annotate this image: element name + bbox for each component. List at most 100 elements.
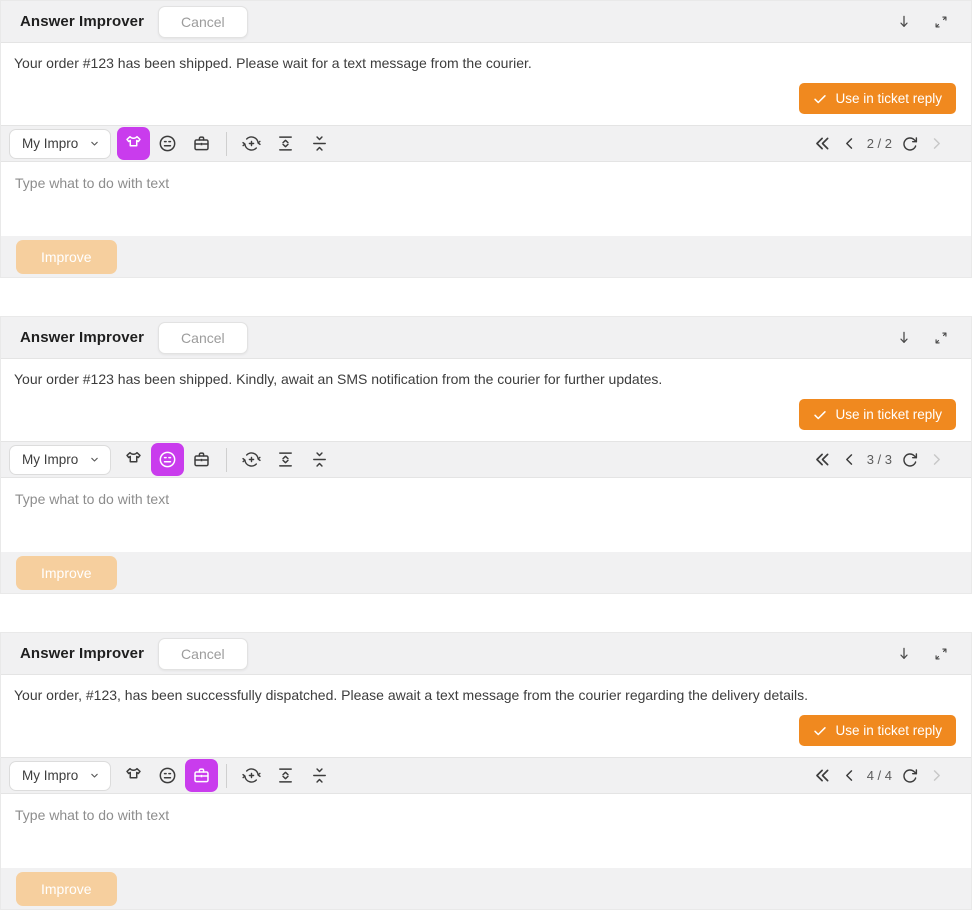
regenerate-button[interactable] [901, 767, 919, 785]
shorten-text-button[interactable] [303, 127, 336, 160]
expand-text-button[interactable] [269, 759, 302, 792]
first-version-button[interactable] [813, 450, 832, 469]
move-down-button[interactable] [893, 643, 915, 665]
casual-tone-button[interactable] [117, 759, 150, 792]
prompt-input[interactable] [1, 162, 971, 236]
toolbar-divider [226, 132, 227, 156]
first-version-button[interactable] [813, 134, 832, 153]
friendly-tone-button[interactable] [151, 443, 184, 476]
panel-footer: Improve [1, 236, 971, 277]
checkmark-icon [813, 724, 827, 738]
expand-vertical-icon [275, 765, 296, 786]
answer-area: Your order, #123, has been successfully … [1, 675, 971, 757]
answer-improver-panel: Answer Improver Cancel Your order, #123,… [0, 632, 972, 910]
expand-fullscreen-button[interactable] [931, 12, 951, 32]
move-down-button[interactable] [893, 327, 915, 349]
chevron-down-icon [88, 453, 101, 466]
toolbar-divider [226, 764, 227, 788]
cancel-button[interactable]: Cancel [158, 6, 248, 38]
expand-fullscreen-button[interactable] [931, 328, 951, 348]
panel-footer: Improve [1, 868, 971, 909]
answer-area: Your order #123 has been shipped. Please… [1, 43, 971, 125]
preset-select[interactable]: My Impro [9, 445, 111, 475]
friendly-tone-button[interactable] [151, 127, 184, 160]
use-in-ticket-reply-button[interactable]: Use in ticket reply [799, 83, 956, 114]
improved-answer-text: Your order, #123, has been successfully … [1, 675, 971, 705]
improve-button[interactable]: Improve [16, 240, 117, 274]
casual-tone-button[interactable] [117, 127, 150, 160]
previous-version-button[interactable] [841, 135, 858, 152]
tshirt-icon [123, 133, 144, 154]
version-counter: 2 / 2 [867, 136, 892, 151]
shorten-text-button[interactable] [303, 443, 336, 476]
use-in-ticket-reply-button[interactable]: Use in ticket reply [799, 715, 956, 746]
answer-improver-panel: Answer Improver Cancel Your order #123 h… [0, 0, 972, 278]
use-in-ticket-reply-label: Use in ticket reply [835, 407, 942, 422]
improved-answer-text: Your order #123 has been shipped. Please… [1, 43, 971, 73]
rephrase-button[interactable] [235, 127, 268, 160]
chevron-right-icon [928, 135, 945, 152]
move-down-button[interactable] [893, 11, 915, 33]
professional-tone-button[interactable] [185, 127, 218, 160]
next-version-button[interactable] [928, 451, 945, 468]
use-in-ticket-reply-label: Use in ticket reply [835, 91, 942, 106]
improve-button[interactable]: Improve [16, 556, 117, 590]
cancel-button[interactable]: Cancel [158, 638, 248, 670]
toolbar-divider [226, 448, 227, 472]
double-chevron-left-icon [813, 134, 832, 153]
use-in-ticket-reply-label: Use in ticket reply [835, 723, 942, 738]
panel-title: Answer Improver [20, 329, 144, 346]
shorten-text-button[interactable] [303, 759, 336, 792]
next-version-button[interactable] [928, 135, 945, 152]
answer-improver-stack: Answer Improver Cancel Your order #123 h… [0, 0, 972, 910]
briefcase-icon [191, 449, 212, 470]
friendly-tone-button[interactable] [151, 759, 184, 792]
double-chevron-left-icon [813, 766, 832, 785]
chevron-right-icon [928, 451, 945, 468]
panel-header: Answer Improver Cancel [1, 633, 971, 675]
next-version-button[interactable] [928, 767, 945, 784]
expand-text-button[interactable] [269, 443, 302, 476]
toolbar: My Impro 2 / 2 [1, 125, 971, 162]
casual-tone-button[interactable] [117, 443, 150, 476]
compress-vertical-icon [309, 449, 330, 470]
chevron-down-icon [88, 769, 101, 782]
professional-tone-button[interactable] [185, 443, 218, 476]
chevron-left-icon [841, 135, 858, 152]
professional-tone-button[interactable] [185, 759, 218, 792]
rephrase-button[interactable] [235, 443, 268, 476]
previous-version-button[interactable] [841, 767, 858, 784]
smiley-icon [157, 765, 178, 786]
toolbar: My Impro 3 / 3 [1, 441, 971, 478]
compress-vertical-icon [309, 765, 330, 786]
preset-select[interactable]: My Impro [9, 761, 111, 791]
panel-title: Answer Improver [20, 645, 144, 662]
version-pager: 2 / 2 [813, 134, 945, 153]
rephrase-icon [241, 449, 262, 470]
cancel-button[interactable]: Cancel [158, 322, 248, 354]
expand-text-button[interactable] [269, 127, 302, 160]
chevron-left-icon [841, 451, 858, 468]
chevron-left-icon [841, 767, 858, 784]
prompt-input[interactable] [1, 794, 971, 868]
smiley-icon [157, 449, 178, 470]
preset-select-value: My Impro [22, 768, 88, 783]
preset-select[interactable]: My Impro [9, 129, 111, 159]
preset-select-value: My Impro [22, 452, 88, 467]
open-in-full-icon [933, 14, 949, 30]
previous-version-button[interactable] [841, 451, 858, 468]
rephrase-button[interactable] [235, 759, 268, 792]
first-version-button[interactable] [813, 766, 832, 785]
tshirt-icon [123, 765, 144, 786]
regenerate-button[interactable] [901, 451, 919, 469]
use-in-ticket-reply-button[interactable]: Use in ticket reply [799, 399, 956, 430]
improve-button[interactable]: Improve [16, 872, 117, 906]
prompt-input[interactable] [1, 478, 971, 552]
compress-vertical-icon [309, 133, 330, 154]
expand-fullscreen-button[interactable] [931, 644, 951, 664]
regenerate-button[interactable] [901, 135, 919, 153]
expand-vertical-icon [275, 133, 296, 154]
version-pager: 4 / 4 [813, 766, 945, 785]
header-actions [893, 643, 951, 665]
version-pager: 3 / 3 [813, 450, 945, 469]
